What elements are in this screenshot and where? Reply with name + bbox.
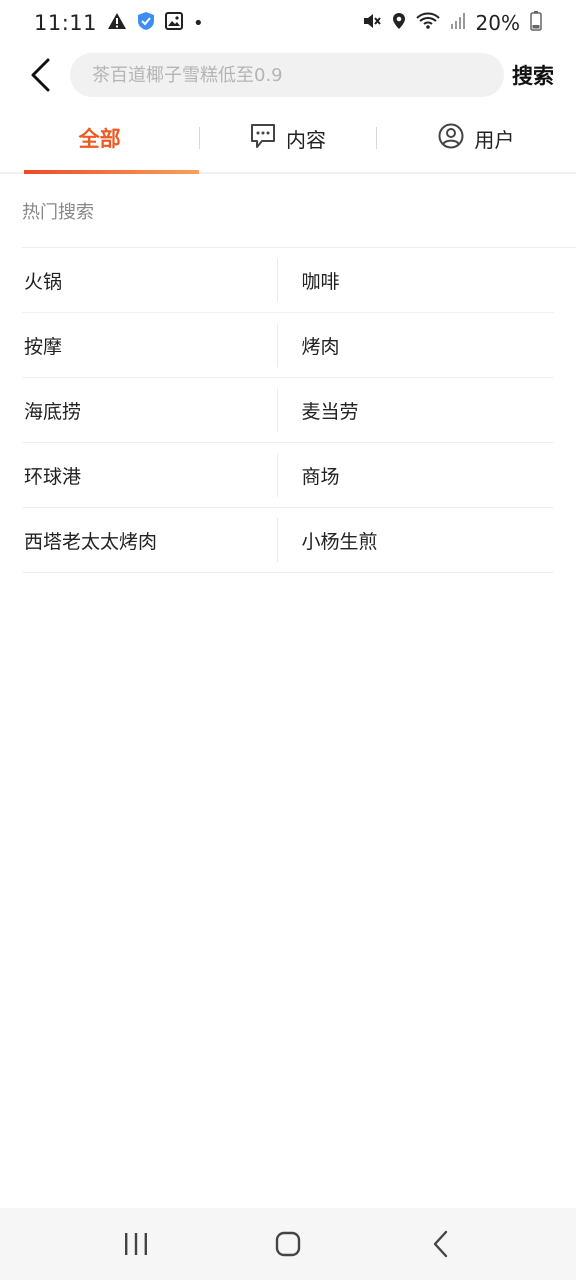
active-tab-indicator (24, 170, 200, 174)
status-bar-right: 20% (362, 11, 542, 35)
hot-search-row: 火锅 咖啡 (22, 248, 554, 313)
home-button[interactable] (258, 1214, 318, 1274)
hot-search-item[interactable]: 西塔老太太烤肉 (22, 518, 278, 562)
status-bar-left: 11:11 • (34, 11, 204, 35)
search-header: 搜索 (0, 48, 576, 102)
back-arrow-icon (31, 58, 50, 92)
hot-search-item[interactable]: 火锅 (22, 258, 278, 302)
mute-icon (362, 12, 382, 34)
hot-search-item[interactable]: 烤肉 (278, 313, 555, 377)
status-bar: 11:11 • 20% (0, 0, 576, 46)
hot-search-title: 热门搜索 (22, 202, 94, 223)
hot-search-item[interactable]: 商场 (278, 443, 555, 507)
comment-icon (250, 123, 276, 153)
hot-search-item[interactable]: 麦当劳 (278, 378, 555, 442)
tab-all[interactable]: 全部 (0, 104, 200, 174)
system-back-button[interactable] (410, 1214, 470, 1274)
tab-users[interactable]: 用户 (377, 104, 576, 172)
search-box[interactable] (70, 53, 504, 97)
dot-icon: • (193, 12, 204, 34)
warning-icon (107, 12, 127, 34)
location-icon (392, 12, 406, 34)
shield-icon (137, 11, 155, 35)
home-icon (275, 1231, 301, 1257)
tab-all-label: 全部 (78, 127, 121, 151)
tab-users-label: 用户 (474, 127, 515, 152)
battery-icon (530, 11, 542, 35)
tab-content[interactable]: 内容 (200, 104, 375, 172)
hot-search-item[interactable]: 环球港 (22, 453, 278, 497)
back-button[interactable] (10, 48, 70, 102)
signal-icon (450, 12, 466, 34)
hot-search-item[interactable]: 海底捞 (22, 388, 278, 432)
system-back-icon (433, 1230, 448, 1258)
search-page: 11:11 • 20% 茶百道椰子雪糕低至0.9 搜索 全部 内容 用户 热门搜… (0, 0, 576, 1280)
search-input[interactable] (92, 64, 504, 86)
hot-search-grid: 火锅 咖啡 按摩 烤肉 海底捞 麦当劳 环球港 商场 西塔老太太烤肉 小杨生煎 (22, 248, 554, 573)
image-icon (165, 12, 184, 34)
wifi-icon (415, 12, 440, 34)
search-button[interactable]: 搜索 (512, 60, 554, 90)
hot-search-item[interactable]: 按摩 (22, 323, 278, 367)
status-time: 11:11 (34, 11, 98, 35)
battery-percent: 20% (475, 11, 520, 35)
recent-apps-button[interactable] (106, 1214, 166, 1274)
system-nav-bar (0, 1208, 576, 1280)
search-tabs: 全部 内容 用户 (0, 104, 576, 174)
hot-search-item[interactable]: 小杨生煎 (278, 508, 555, 572)
recent-apps-icon (125, 1233, 147, 1255)
tab-content-label: 内容 (286, 127, 326, 152)
user-icon (438, 123, 464, 153)
hot-search-row: 按摩 烤肉 (22, 313, 554, 378)
hot-search-item[interactable]: 咖啡 (278, 248, 555, 312)
hot-search-row: 环球港 商场 (22, 443, 554, 508)
hot-search-row: 海底捞 麦当劳 (22, 378, 554, 443)
hot-search-row: 西塔老太太烤肉 小杨生煎 (22, 508, 554, 573)
